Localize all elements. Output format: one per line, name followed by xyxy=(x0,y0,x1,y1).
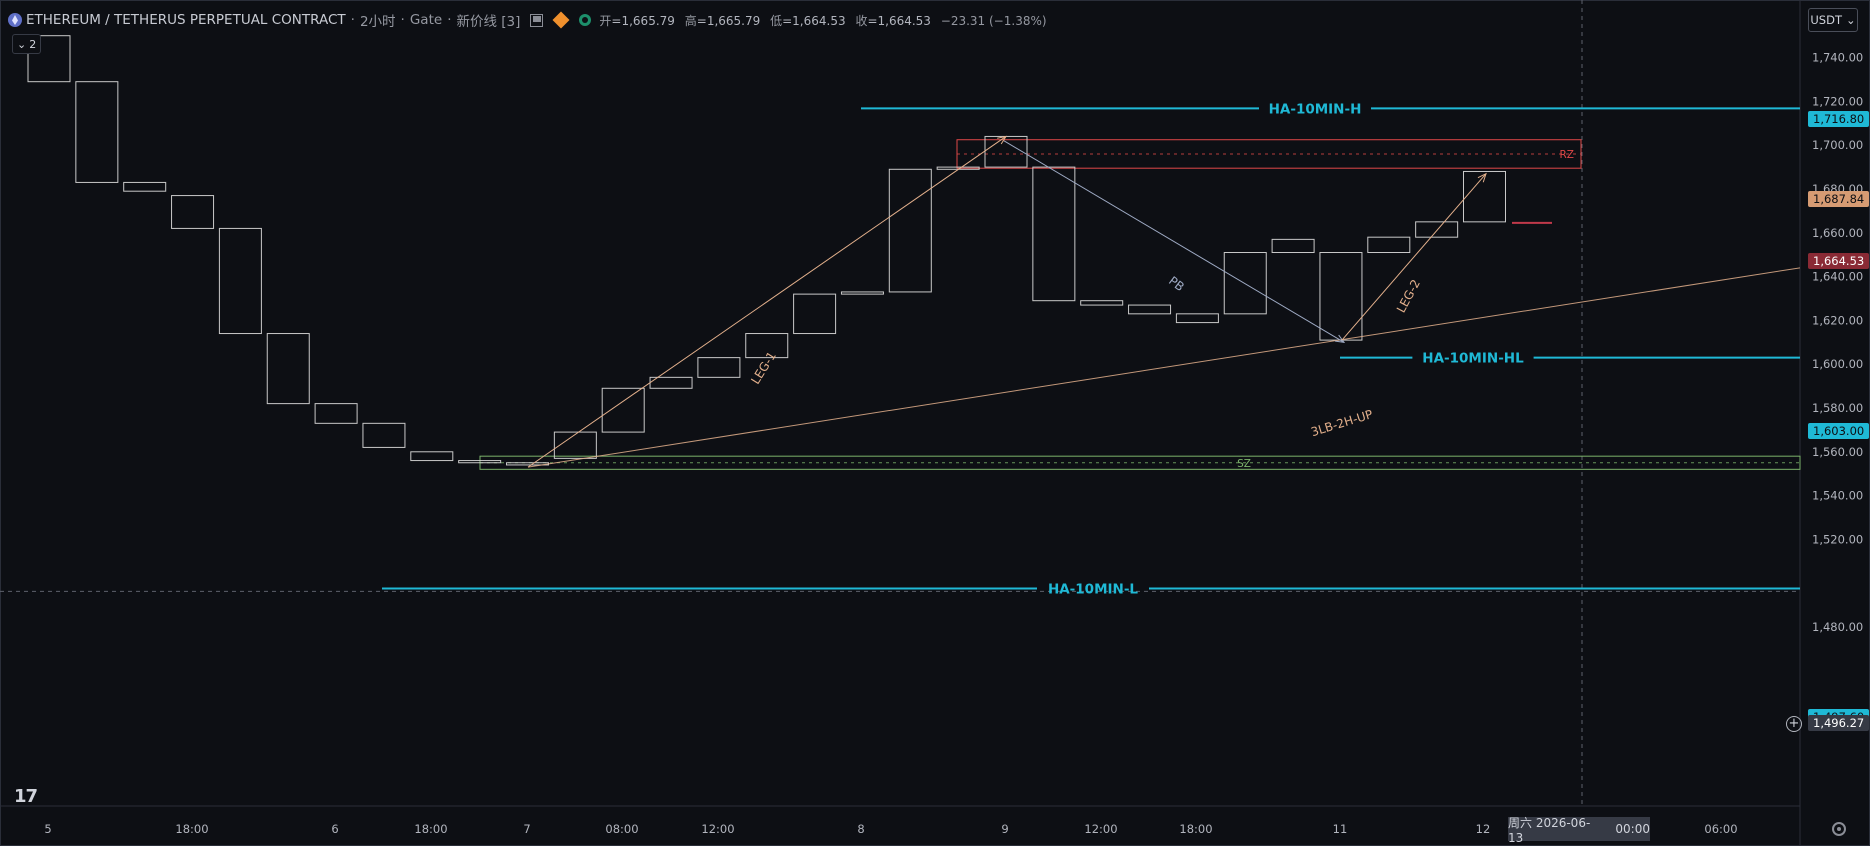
ha-level-label: HA-10MIN-HL xyxy=(1422,351,1524,367)
chevron-down-icon: ⌄ xyxy=(17,37,27,51)
market-status-icon xyxy=(579,14,592,26)
y-tick-label: 1,520.00 xyxy=(1812,532,1863,546)
currency-button[interactable]: USDT ⌄ xyxy=(1808,8,1858,32)
diamond-icon[interactable] xyxy=(552,11,570,29)
x-tick-label: 8 xyxy=(857,822,864,836)
y-tick-label: 1,720.00 xyxy=(1812,94,1863,108)
add-plus-icon[interactable]: + xyxy=(1786,716,1802,732)
crosshair-date: 周六 2026-06-13 xyxy=(1508,815,1591,845)
close-value: =1,664.53 xyxy=(867,13,931,28)
x-tick-label: 5 xyxy=(44,822,51,836)
crosshair-datetime: 周六 2026-06-13 00:00 xyxy=(1508,816,1650,845)
resistance-zone-label: RZ xyxy=(1560,149,1575,161)
y-tick-label: 1,560.00 xyxy=(1812,445,1863,459)
last-price-tag: 1,664.53 xyxy=(1808,253,1870,269)
x-tick-label: 18:00 xyxy=(175,822,208,836)
x-tick-label: 7 xyxy=(523,822,530,836)
tradingview-logo[interactable]: 17 xyxy=(14,786,38,807)
price-tag-leg-high: 1,687.84 xyxy=(1808,191,1870,207)
open-value: =1,665.79 xyxy=(611,13,675,28)
chart-background xyxy=(0,0,1870,846)
x-tick-label: 18:00 xyxy=(414,822,447,836)
low-value: =1,664.53 xyxy=(782,13,846,28)
x-tick-label: 6 xyxy=(331,822,338,836)
x-tick-label: 12 xyxy=(1476,822,1491,836)
interval[interactable]: 2小时 xyxy=(360,10,396,30)
ethereum-icon xyxy=(8,13,22,27)
flag-icon[interactable] xyxy=(530,13,544,27)
crosshair-time: 00:00 xyxy=(1615,822,1650,836)
chart-style[interactable]: 新价线 [3] xyxy=(456,10,520,30)
y-tick-label: 1,580.00 xyxy=(1812,401,1863,415)
x-tick-label: 11 xyxy=(1333,822,1348,836)
support-zone-label: SZ xyxy=(1237,458,1251,470)
ha-level-label: HA-10MIN-L xyxy=(1048,581,1138,597)
low-label: 低 xyxy=(770,13,783,28)
chevron-down-icon: ⌄ xyxy=(1845,13,1856,27)
gear-icon[interactable] xyxy=(1832,822,1846,836)
y-tick-label: 1,640.00 xyxy=(1812,270,1863,284)
price-tag-ha-high: 1,716.80 xyxy=(1808,111,1870,127)
x-tick-label: 12:00 xyxy=(701,822,734,836)
chart-header: ETHEREUM / TETHERUS PERPETUAL CONTRACT ·… xyxy=(8,8,1047,32)
high-value: =1,665.79 xyxy=(696,13,761,28)
price-tag-ha-hl: 1,603.00 xyxy=(1808,423,1870,439)
separator: · xyxy=(400,12,405,28)
legend-count: 2 xyxy=(29,37,37,51)
legend-toggle-button[interactable]: ⌄ 2 xyxy=(12,34,42,54)
symbol-title[interactable]: ETHEREUM / TETHERUS PERPETUAL CONTRACT xyxy=(26,12,346,28)
separator: · xyxy=(447,12,452,28)
currency-label: USDT xyxy=(1810,13,1842,27)
x-tick-label: 06:00 xyxy=(1704,822,1737,836)
close-label: 收 xyxy=(855,13,868,28)
high-label: 高 xyxy=(684,13,697,28)
x-tick-label: 12:00 xyxy=(1084,822,1117,836)
change-value: −23.31 (−1.38%) xyxy=(940,13,1047,28)
x-tick-label: 08:00 xyxy=(605,822,638,836)
crosshair-price-tag: 1,496.27 xyxy=(1808,715,1870,731)
y-tick-label: 1,620.00 xyxy=(1812,313,1863,327)
x-tick-label: 18:00 xyxy=(1179,822,1212,836)
y-tick-label: 1,600.00 xyxy=(1812,357,1863,371)
separator: · xyxy=(350,12,355,28)
ha-level-label: HA-10MIN-H xyxy=(1269,101,1362,117)
x-tick-label: 9 xyxy=(1001,822,1008,836)
y-tick-label: 1,540.00 xyxy=(1812,489,1863,503)
exchange: Gate xyxy=(409,12,443,28)
y-tick-label: 1,480.00 xyxy=(1812,620,1863,634)
price-chart[interactable]: 1,740.001,720.001,700.001,680.001,660.00… xyxy=(0,0,1870,846)
y-tick-label: 1,700.00 xyxy=(1812,138,1863,152)
ohlc-readout: 开=1,665.79 高=1,665.79 低=1,664.53 收=1,664… xyxy=(599,12,1046,29)
open-label: 开 xyxy=(599,13,612,28)
y-tick-label: 1,740.00 xyxy=(1812,51,1863,65)
y-tick-label: 1,660.00 xyxy=(1812,226,1863,240)
